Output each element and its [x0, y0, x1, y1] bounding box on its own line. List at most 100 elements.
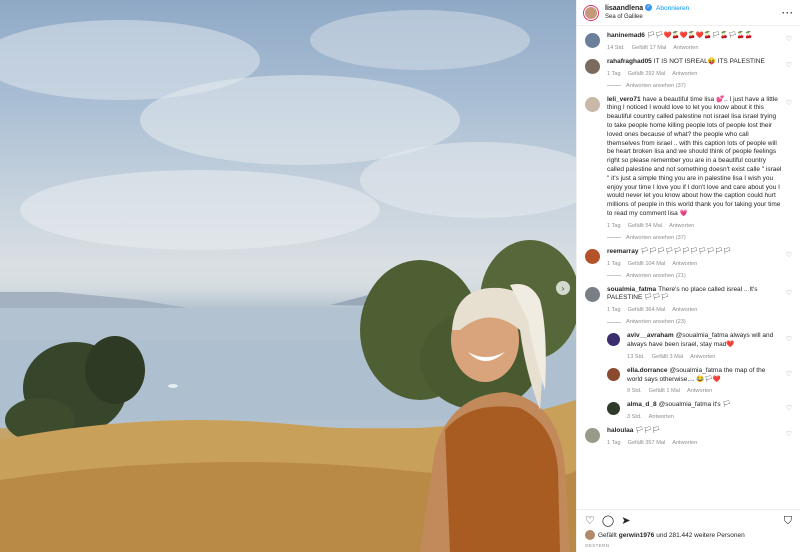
comment-time[interactable]: 14 Std.	[607, 45, 625, 51]
comment-text: 🏳🏳🏳🏳🏳🏳🏳🏳🏳🏳🏳	[640, 247, 732, 255]
commenter-avatar[interactable]	[585, 428, 600, 444]
comment-likes[interactable]: Gefällt 104 Mal	[628, 261, 666, 267]
author-info: lisaandlena ✓ Abonnieren Sea of Galilee	[605, 4, 689, 22]
heart-icon[interactable]: ♡	[786, 370, 792, 378]
comment-likes[interactable]: Gefällt 292 Mal	[628, 71, 666, 77]
comment-text: 🏳🏳❤️🍒❤️🍒❤️🍒🏳🍒🏳🍒🍒	[646, 32, 753, 39]
view-replies-button[interactable]: Antworten ansehen (37)	[607, 83, 782, 89]
comment-time[interactable]: 1 Tag	[607, 261, 621, 267]
heart-icon[interactable]: ♡	[786, 335, 792, 343]
view-replies-label: Antworten ansehen (23)	[626, 319, 686, 326]
next-photo-button[interactable]: ›	[556, 281, 570, 295]
comment-time[interactable]: 3 Std.	[627, 414, 642, 420]
comment: rahafraghad05 IT IS NOT ISREAL😝 ITS PALES…	[585, 58, 792, 89]
comment-time[interactable]: 1 Tag	[607, 223, 621, 229]
commenter-avatar[interactable]	[585, 286, 600, 302]
comments-list[interactable]: haninemad6 🏳🏳❤️🍒❤️🍒❤️🍒🏳🍒🏳🍒🍒 14 Std. Gefäll…	[577, 26, 800, 509]
heart-icon[interactable]: ♡	[786, 404, 792, 412]
author-username[interactable]: lisaandlena	[605, 5, 643, 12]
post-sidebar: lisaandlena ✓ Abonnieren Sea of Galilee …	[576, 0, 800, 552]
comment-text: @soualmia_fatma it's 🏳	[658, 401, 731, 409]
commenter-avatar[interactable]	[607, 402, 620, 416]
commenter-avatar[interactable]	[585, 58, 600, 74]
comment-likes[interactable]: Gefällt 364 Mal	[628, 307, 666, 313]
comment-username[interactable]: haloulaa	[607, 427, 633, 434]
comment-time[interactable]: 9 Std.	[627, 388, 642, 394]
verified-icon: ✓	[645, 4, 653, 12]
comment-username[interactable]: alma_d_8	[627, 401, 657, 408]
likes-others[interactable]: und 281.442 weitere Personen	[656, 532, 745, 539]
reply-button[interactable]: Antworten	[649, 414, 674, 420]
heart-icon[interactable]: ♡	[786, 99, 792, 107]
post-actions: ♡ ◯ ➤ ⛉ Gefällt gerwin1976 und 281.442 w…	[577, 509, 800, 552]
view-replies-button[interactable]: Antworten ansehen (37)	[607, 235, 782, 241]
comment-icon[interactable]: ◯	[602, 515, 614, 527]
heart-icon[interactable]: ♡	[786, 35, 792, 43]
comment: haloulaa 🏳🏳🏳 1 Tag Gefällt 357 Mal Antworte…	[585, 427, 792, 446]
comment-time[interactable]: 1 Tag	[607, 440, 621, 446]
reply-button[interactable]: Antworten	[672, 71, 697, 77]
chevron-right-icon: ›	[561, 283, 565, 293]
view-replies-label: Antworten ansehen (37)	[626, 82, 686, 89]
commenter-avatar[interactable]	[607, 367, 620, 381]
comment-username[interactable]: aviv__avraham	[627, 332, 674, 339]
reply-button[interactable]: Antworten	[672, 307, 697, 313]
comment-time[interactable]: 1 Tag	[607, 307, 621, 313]
share-icon[interactable]: ➤	[621, 515, 630, 527]
reply-comment: ella.dorrance @soualmia_fatma the map of …	[607, 367, 792, 394]
commenter-avatar[interactable]	[585, 248, 600, 264]
commenter-avatar[interactable]	[585, 33, 600, 48]
comment-likes[interactable]: Gefällt 54 Mal	[628, 223, 663, 229]
view-replies-label: Antworten ansehen (21)	[626, 272, 686, 279]
post-view: › lisaandlena ✓ Abonnieren Sea of Galile…	[0, 0, 800, 552]
likes-prefix: Gefällt	[598, 531, 617, 539]
comment: haninemad6 🏳🏳❤️🍒❤️🍒❤️🍒🏳🍒🏳🍒🍒 14 Std. Gefäll…	[585, 32, 792, 51]
comment-username[interactable]: haninemad6	[607, 32, 645, 39]
reply-comment: aviv__avraham @soualmia_fatma always will…	[607, 332, 792, 360]
reply-button[interactable]: Antworten	[690, 354, 715, 360]
comment: soualmia_fatma There's no place called is…	[585, 286, 792, 325]
comment-likes[interactable]: Gefällt 357 Mal	[628, 440, 666, 446]
heart-icon[interactable]: ♡	[786, 251, 792, 259]
follow-button[interactable]: Abonnieren	[656, 5, 689, 12]
comment-text: 🏳🏳🏳	[635, 427, 661, 435]
heart-icon[interactable]: ♡	[786, 61, 792, 69]
more-icon[interactable]: ···	[782, 8, 794, 18]
comment-time[interactable]: 13 Std.	[627, 354, 645, 360]
post-photo[interactable]: ›	[0, 0, 576, 552]
comment-username[interactable]: leli_vero71	[607, 96, 641, 103]
commenter-avatar[interactable]	[585, 96, 600, 112]
reply-button[interactable]: Antworten	[672, 261, 697, 267]
view-replies-label: Antworten ansehen (37)	[626, 234, 686, 241]
comment-username[interactable]: soualmia_fatma	[607, 286, 656, 293]
reply-button[interactable]: Antworten	[673, 45, 698, 51]
comment: reemarray 🏳🏳🏳🏳🏳🏳🏳🏳🏳🏳🏳 1 Tag Gefällt 104 Ma…	[585, 248, 792, 279]
reply-button[interactable]: Antworten	[669, 223, 694, 229]
comment-username[interactable]: reemarray	[607, 248, 638, 255]
liker-username[interactable]: gerwin1976	[619, 532, 654, 539]
comment-username[interactable]: rahafraghad05	[607, 58, 652, 65]
comment-likes[interactable]: Gefällt 3 Mal	[652, 354, 683, 360]
reply-button[interactable]: Antworten	[672, 440, 697, 446]
reply-button[interactable]: Antworten	[687, 388, 712, 394]
comment-text: IT IS NOT ISREAL😝 ITS PALESTINE	[653, 57, 765, 65]
post-date: GESTERN	[585, 543, 610, 548]
heart-icon[interactable]: ♡	[786, 430, 792, 438]
likes-summary: Gefällt gerwin1976 und 281.442 weitere P…	[585, 530, 792, 540]
bookmark-icon[interactable]: ⛉	[784, 515, 792, 528]
heart-icon[interactable]: ♡	[585, 515, 595, 527]
comment: leli_vero71 have a beautiful time lisa 💕.…	[585, 96, 792, 241]
liker-avatar	[585, 530, 595, 540]
location-link[interactable]: Sea of Galilee	[605, 13, 689, 22]
comment-username[interactable]: ella.dorrance	[627, 367, 667, 374]
heart-icon[interactable]: ♡	[786, 289, 792, 297]
comment-likes[interactable]: Gefällt 1 Mal	[649, 388, 680, 394]
reply-comment: alma_d_8 @soualmia_fatma it's 🏳 3 Std. Ant…	[607, 401, 792, 420]
view-replies-button[interactable]: Antworten ansehen (21)	[607, 273, 782, 279]
author-avatar[interactable]	[583, 4, 599, 21]
comment-likes[interactable]: Gefällt 17 Mal	[632, 45, 667, 51]
view-replies-button[interactable]: Antworten ansehen (23)	[607, 319, 782, 325]
comment-time[interactable]: 1 Tag	[607, 71, 621, 77]
post-header: lisaandlena ✓ Abonnieren Sea of Galilee …	[577, 0, 800, 26]
commenter-avatar[interactable]	[607, 333, 620, 347]
